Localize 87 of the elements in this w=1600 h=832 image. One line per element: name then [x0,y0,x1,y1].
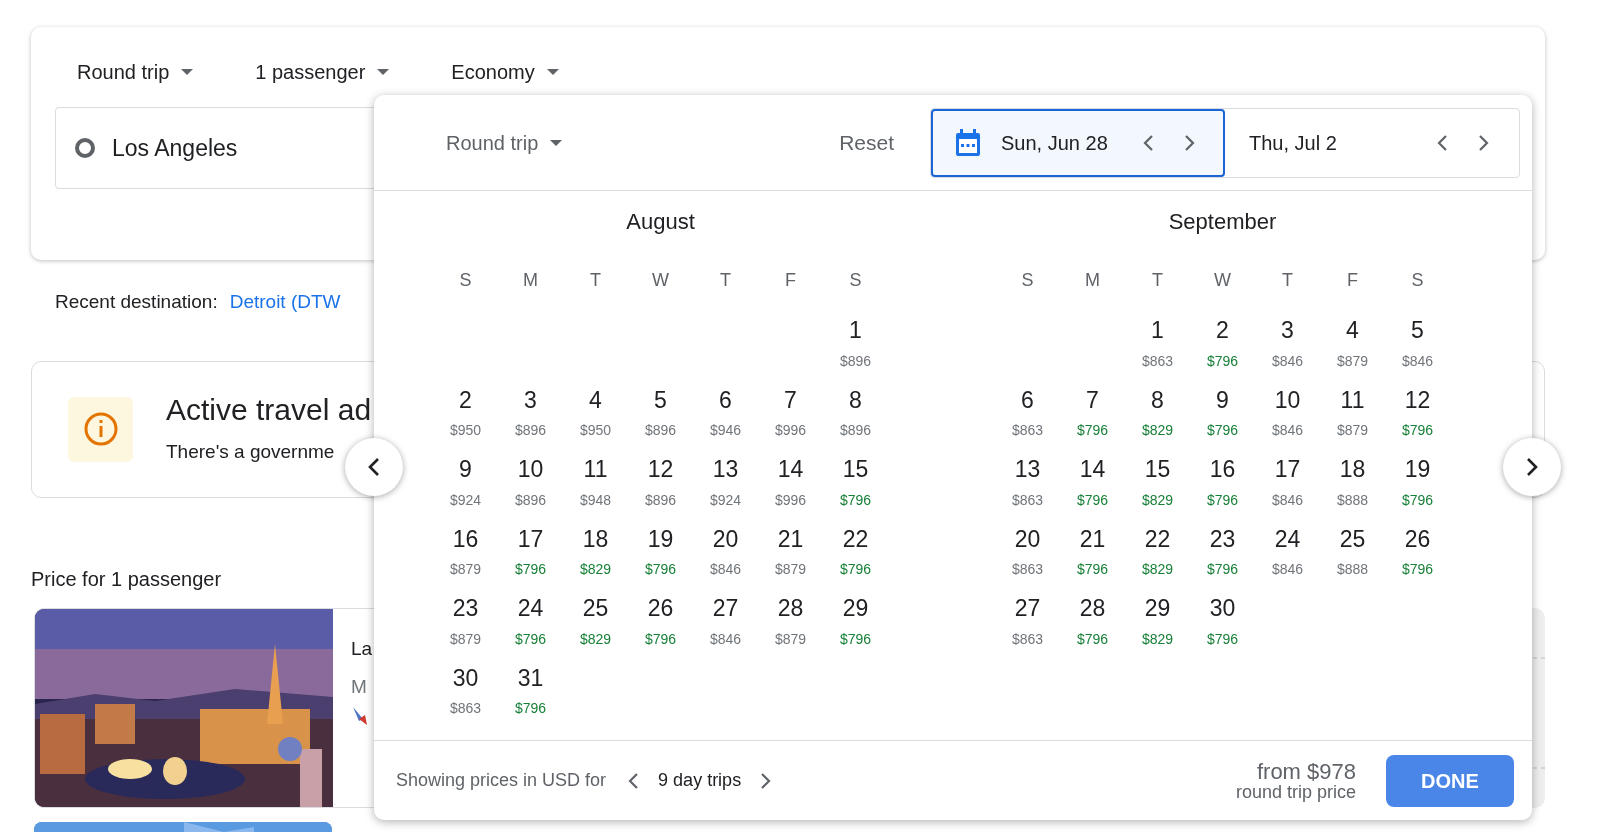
day-price: $946 [709,421,742,441]
day-price: $924 [449,490,482,510]
weekday-label: M [522,269,539,292]
day-price: $863 [1011,560,1044,580]
day-price: $896 [644,490,677,510]
day-price: $879 [449,629,482,649]
weekday-label: W [651,269,670,292]
day-price: $796 [1206,421,1239,441]
price-note: round trip price [1235,782,1356,802]
day-price: $896 [644,421,677,441]
day-price: $846 [709,629,742,649]
day-price: $879 [774,560,807,580]
weekday-label: S [1020,269,1035,292]
advisory-title: Active travel ad [166,391,372,428]
weekday-label: S [848,269,863,292]
day-price: $796 [514,560,547,580]
month-title: September [1167,208,1278,236]
day-price: $796 [839,490,872,510]
advisory-text: There's a governme [166,439,336,464]
day-price: $863 [1011,421,1044,441]
destination-title: La [351,636,373,661]
day-price: $796 [1076,629,1109,649]
day-price: $896 [839,351,872,371]
day-price: $846 [1271,560,1304,580]
day-price: $846 [1271,490,1304,510]
day-price: $950 [449,421,482,441]
weekday-label: F [1346,269,1359,292]
price-heading: Price for 1 passenger [31,566,222,592]
day-price: $863 [1011,629,1044,649]
day-price: $796 [839,560,872,580]
day-price: $796 [644,560,677,580]
currency-note: Showing prices in USD for [396,769,607,792]
day-price: $846 [709,560,742,580]
day-price: $950 [579,421,612,441]
day-price: $796 [644,629,677,649]
day-price: $796 [514,699,547,719]
day-price: $863 [449,699,482,719]
day-price: $846 [1401,351,1434,371]
day-price: $879 [1336,421,1369,441]
day-price: $796 [1206,351,1239,371]
weekday-label: S [1410,269,1425,292]
day-price: $879 [774,629,807,649]
weekday-label: T [589,269,602,292]
day-price: $796 [1076,421,1109,441]
day-price: $796 [1076,490,1109,510]
day-price: $879 [449,560,482,580]
day-price: $863 [1011,490,1044,510]
day-price: $829 [1141,629,1174,649]
day-price: $796 [1401,490,1434,510]
day-price: $896 [514,421,547,441]
day-price: $846 [1271,351,1304,371]
weekday-label: W [1213,269,1232,292]
day-price: $896 [839,421,872,441]
day-price: $888 [1336,490,1369,510]
day-price: $796 [1401,421,1434,441]
month-title: August [625,208,696,236]
day-price: $888 [1336,560,1369,580]
weekday-label: M [1084,269,1101,292]
day-price: $924 [709,490,742,510]
day-price: $829 [579,629,612,649]
day-price: $948 [579,490,612,510]
day-price: $796 [1206,629,1239,649]
recent-destination-label: Recent destination: [55,290,218,314]
weekday-label: T [1151,269,1164,292]
day-price: $896 [514,490,547,510]
day-price: $863 [1141,351,1174,371]
day-price: $796 [1206,560,1239,580]
from-price: from $978 [1255,759,1356,783]
day-price: $829 [1141,490,1174,510]
trip-duration: 9 day trips [658,769,742,792]
day-price: $879 [1336,351,1369,371]
weekday-label: T [1281,269,1294,292]
weekday-label: T [719,269,732,292]
day-price: $996 [774,490,807,510]
weekday-label: F [784,269,797,292]
weekday-label: S [458,269,473,292]
day-price: $796 [514,629,547,649]
day-price: $829 [579,560,612,580]
day-price: $796 [1076,560,1109,580]
day-price: $996 [774,421,807,441]
day-price: $796 [1206,490,1239,510]
day-price: $829 [1141,560,1174,580]
destination-subtitle: M [351,675,368,699]
day-price: $846 [1271,421,1304,441]
day-price: $796 [1401,560,1434,580]
day-price: $796 [839,629,872,649]
day-price: $829 [1141,421,1174,441]
